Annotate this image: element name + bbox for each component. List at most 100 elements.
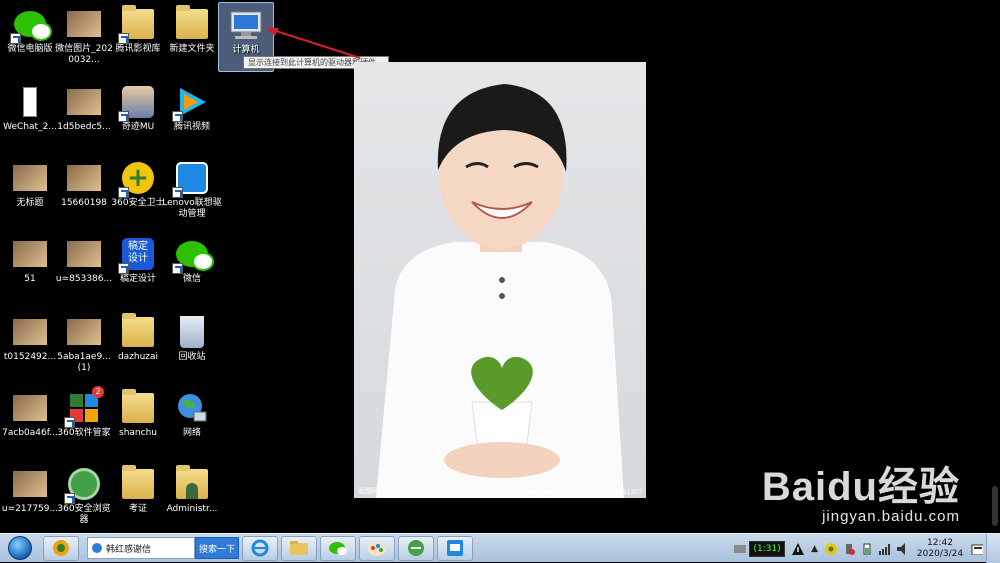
start-button[interactable]: [0, 534, 40, 563]
desktop-icon[interactable]: u=217759...: [2, 462, 58, 532]
shortcut-arrow-icon: [10, 33, 21, 44]
360-browser-icon: [64, 466, 102, 504]
desktop-icon[interactable]: dazhuzai: [110, 310, 166, 380]
desktop-icon-label: 稿定设计: [119, 274, 156, 284]
image-thumbnail-icon: [12, 160, 48, 196]
shortcut-arrow-icon: [64, 493, 75, 504]
clock-date: 2020/3/24: [916, 548, 964, 559]
desktop-icon-label: WeChat_2...: [3, 122, 57, 132]
folder-icon: [174, 5, 210, 42]
lenovo-driver-icon: [172, 160, 210, 198]
shortcut-arrow-icon: [172, 187, 183, 198]
desktop-icon-label: 腾讯视频: [173, 122, 210, 132]
clock-time: 12:42: [927, 537, 953, 548]
image-thumbnail-icon: [12, 314, 48, 350]
shortcut-arrow-icon: [118, 33, 129, 44]
shortcut-arrow-icon: [118, 187, 129, 198]
image-thumbnail-icon: [12, 390, 48, 426]
desktop-icon-label: 51: [24, 274, 36, 284]
desktop-icon[interactable]: 回收站: [164, 310, 220, 380]
windows-orb-icon: [8, 536, 32, 560]
clock[interactable]: 12:42 2020/3/24: [912, 538, 968, 560]
desktop-icon[interactable]: WeChat_2...: [2, 80, 58, 150]
desktop-icon-label: 7acb0a46f...: [2, 428, 58, 438]
desktop-icon[interactable]: 腾讯影视库: [110, 2, 166, 72]
desktop-icon[interactable]: 微信电脑版: [2, 2, 58, 72]
warning-icon[interactable]: [792, 542, 805, 555]
360-browser-icon: [408, 540, 424, 556]
desktop-icon[interactable]: 7acb0a46f...: [2, 386, 58, 456]
scrollbar[interactable]: [992, 486, 998, 526]
wechat-icon: [172, 236, 214, 274]
search-input-text: 韩红感谢信: [106, 544, 152, 555]
signal-icon[interactable]: [879, 543, 891, 555]
phone-image-icon: [12, 84, 48, 120]
taskbar-app-360browser[interactable]: [398, 535, 434, 561]
taskbar-app-360[interactable]: [43, 535, 79, 561]
desktop-icon-label: Administr...: [166, 504, 218, 514]
keyboard-icon[interactable]: [734, 544, 747, 553]
taskbar-app-ie[interactable]: [242, 535, 278, 561]
desktop-icon[interactable]: 稿定 设计 稿定设计: [110, 232, 166, 302]
desktop-icon[interactable]: 15660198: [56, 156, 112, 226]
desktop-icon[interactable]: 无标题: [2, 156, 58, 226]
usb-icon[interactable]: [843, 543, 855, 555]
desktop-icon-label: 360安全卫士: [111, 198, 165, 208]
battery-icon[interactable]: [861, 543, 873, 555]
baidu-url: jingyan.baidu.com: [822, 508, 960, 525]
desktop-icon[interactable]: shanchu: [110, 386, 166, 456]
network-icon: [174, 390, 210, 426]
desktop-icon-label: 网络: [182, 428, 201, 438]
desktop-icon[interactable]: 新建文件夹: [164, 2, 220, 72]
desktop-icon[interactable]: t0152492...: [2, 310, 58, 380]
desktop-icon-label: u=853386...: [55, 274, 113, 284]
desktop-icon[interactable]: 微信图片_2020032...: [55, 2, 113, 72]
desktop-icon[interactable]: Lenovo联想驱动管理: [162, 156, 222, 226]
shortcut-arrow-icon: [172, 111, 183, 122]
paint-icon: [368, 542, 386, 556]
desktop-icon-label: 微信: [182, 274, 201, 284]
360-tray-icon[interactable]: [825, 542, 837, 555]
desktop-icon[interactable]: +360安全卫士: [110, 156, 166, 226]
tray-expand-arrow-icon[interactable]: ▲: [811, 544, 818, 554]
search-button[interactable]: 搜索一下: [195, 537, 239, 559]
lenovo-driver-icon: [447, 540, 463, 556]
desktop-icon[interactable]: 2 360软件管家: [56, 386, 112, 456]
show-desktop-button[interactable]: [986, 534, 1000, 563]
desktop-icon[interactable]: 1d5bedc5...: [56, 80, 112, 150]
ie-icon: [251, 539, 269, 557]
shortcut-arrow-icon: [64, 417, 75, 428]
baidu-watermark: Baidu经验 jingyan.baidu.com: [762, 454, 960, 525]
desktop-icon[interactable]: 腾讯视频: [164, 80, 220, 150]
desktop-icon-label: 5aba1ae9... (1): [57, 352, 111, 373]
photo-caption-left: 昵图网 www.nipic.com: [358, 487, 434, 495]
image-thumbnail-icon: [12, 236, 48, 272]
desktop-icon-label: 腾讯影视库: [115, 44, 161, 54]
taskbar-app-explorer[interactable]: [281, 535, 317, 561]
taskbar-app-paint[interactable]: [359, 535, 395, 561]
desktop-icon[interactable]: 考证: [110, 462, 166, 532]
notification-badge: 2: [92, 386, 104, 398]
desktop-icon[interactable]: 5aba1ae9... (1): [56, 310, 112, 380]
volume-icon[interactable]: [897, 542, 909, 555]
action-center-icon[interactable]: [971, 543, 983, 555]
desktop-icon[interactable]: 网络: [164, 386, 220, 456]
taskbar-app-lenovo[interactable]: [437, 535, 473, 561]
desktop-icon[interactable]: Administr...: [164, 462, 220, 532]
recycle-bin-icon: [174, 314, 210, 350]
desktop-icon-label: 考证: [128, 504, 147, 514]
360-software-icon: 2: [64, 386, 104, 428]
shortcut-arrow-icon: [118, 263, 129, 274]
desktop-icon[interactable]: 360安全浏览器: [56, 462, 112, 532]
battery-indicator[interactable]: (1:31): [749, 540, 786, 557]
desktop-icon-label: 微信图片_2020032...: [55, 44, 113, 65]
desktop-icon[interactable]: u=853386...: [56, 232, 112, 302]
desktop-icon[interactable]: 奇迹MU: [110, 80, 166, 150]
desktop-icon-label: shanchu: [119, 428, 157, 438]
taskbar-app-wechat[interactable]: [320, 535, 356, 561]
photo-window: 昵图网 www.nipic.com By:Yvonne_HMK No:20150…: [354, 62, 646, 498]
desktop-icon[interactable]: 51: [2, 232, 58, 302]
desktop-icon-label: 微信电脑版: [7, 44, 53, 54]
search-input[interactable]: 韩红感谢信: [87, 537, 195, 559]
desktop-icon[interactable]: 微信: [164, 232, 220, 302]
